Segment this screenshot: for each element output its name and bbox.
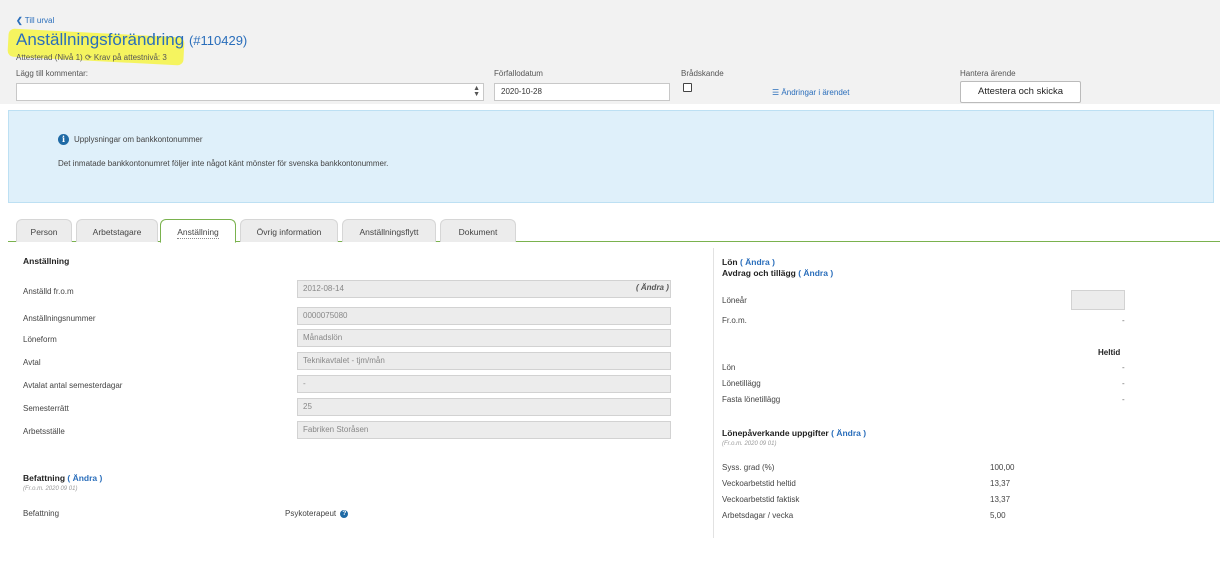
due-date-input[interactable]: 2020-10-28 xyxy=(494,83,670,101)
page-title-text: Anställningsförändring xyxy=(16,30,185,49)
attest-and-send-button[interactable]: Attestera och skicka xyxy=(960,81,1081,103)
info-title: Upplysningar om bankkontonummer xyxy=(74,135,203,144)
column-divider xyxy=(713,248,714,538)
position-section-title: Befattning ( Ändra ) xyxy=(23,473,102,483)
employment-section-title: Anställning xyxy=(23,256,70,266)
position-value: Psykoterapeut ? xyxy=(285,509,349,518)
tab-label: Övrig information xyxy=(256,227,322,237)
salary-factors-title: Lönepåverkande uppgifter ( Ändra ) xyxy=(722,428,866,438)
factor-value: 5,00 xyxy=(990,511,1006,520)
tab-label: Anställning xyxy=(177,227,219,239)
comment-label: Lägg till kommentar: xyxy=(16,69,89,78)
employment-value: 0000075080 xyxy=(297,307,671,325)
status-text: Attesterad (Nivå 1) xyxy=(16,53,83,62)
back-link[interactable]: ❮ Till urval xyxy=(16,16,54,25)
tab-arbetstagare[interactable]: Arbetstagare xyxy=(76,219,158,242)
chevron-left-icon: ❮ xyxy=(16,16,23,25)
salary-year-label: Löneår xyxy=(722,296,747,305)
factor-label: Arbetsdagar / vecka xyxy=(722,511,794,520)
employment-label: Semesterrätt xyxy=(23,404,69,413)
factor-value: 100,00 xyxy=(990,463,1015,472)
case-number: (#110429) xyxy=(188,33,248,48)
tab-label: Anställningsflytt xyxy=(359,227,419,237)
employment-value: 25 xyxy=(297,398,671,416)
employment-label: Avtalat antal semesterdagar xyxy=(23,381,123,390)
factor-label: Veckoarbetstid faktisk xyxy=(722,495,800,504)
position-label: Befattning xyxy=(23,509,60,518)
employment-label: Anställd fr.o.m xyxy=(23,287,74,296)
factor-value: 13,37 xyxy=(990,479,1011,488)
tab-dokument[interactable]: Dokument xyxy=(440,219,516,242)
position-title-text: Befattning xyxy=(23,473,66,483)
salary-row-label: Fasta lönetillägg xyxy=(722,395,781,404)
info-alert xyxy=(8,110,1214,203)
due-date-value: 2020-10-28 xyxy=(501,87,542,96)
factor-value: 13,37 xyxy=(990,495,1011,504)
help-icon[interactable]: ? xyxy=(340,509,349,518)
employment-label: Löneform xyxy=(23,335,57,344)
salary-year-input[interactable] xyxy=(1071,290,1125,310)
urgent-checkbox[interactable] xyxy=(683,83,692,92)
salary-row-value: - xyxy=(1122,395,1125,404)
salary-from-value: - xyxy=(1122,316,1125,325)
tab-label: Arbetstagare xyxy=(92,227,142,237)
tab-label: Person xyxy=(30,227,58,237)
salary-row-value: - xyxy=(1122,363,1125,372)
salary-title-text: Lön xyxy=(722,257,738,267)
list-icon: ☰ xyxy=(772,88,780,97)
deductions-title: Avdrag och tillägg ( Ändra ) xyxy=(722,268,833,278)
employment-value: Månadslön xyxy=(297,329,671,347)
employment-value: Fabriken Storåsen xyxy=(297,421,671,439)
attest-status: Attesterad (Nivå 1) ⟳ Krav på attestnivå… xyxy=(16,53,167,62)
salary-section-title: Lön ( Ändra ) xyxy=(722,257,775,267)
tab-person[interactable]: Person xyxy=(16,219,72,242)
tab-anstallningsflytt[interactable]: Anställningsflytt xyxy=(342,219,436,242)
salary-factors-from-date: (Fr.o.m. 2020 09 01) xyxy=(722,441,777,447)
deductions-title-text: Avdrag och tillägg xyxy=(722,268,796,278)
updown-icon: ▲ ▼ xyxy=(473,85,480,98)
comment-select[interactable]: ▲ ▼ xyxy=(16,83,484,101)
salary-factors-title-text: Lönepåverkande uppgifter xyxy=(722,428,829,438)
salary-row-value: - xyxy=(1122,379,1125,388)
position-change-link[interactable]: ( Ändra ) xyxy=(67,473,102,483)
refresh-icon: ⟳ xyxy=(84,53,92,62)
employment-value: Teknikavtalet - tjm/mån xyxy=(297,352,671,370)
changes-link[interactable]: ☰ Ändringar i ärendet xyxy=(772,88,849,97)
position-from-date: (Fr.o.m. 2020 09 01) xyxy=(23,486,78,492)
employment-value: 2012-08-14 xyxy=(297,280,671,298)
salary-row-label: Lön xyxy=(722,363,736,372)
tab-anstallning[interactable]: Anställning xyxy=(160,219,236,243)
tab-label: Dokument xyxy=(458,227,498,237)
page-title: Anställningsförändring (#110429) xyxy=(16,30,247,50)
info-message: Det inmatade bankkontonumret följer inte… xyxy=(58,159,389,168)
changes-link-label: Ändringar i ärendet xyxy=(781,88,850,97)
employment-label: Anställningsnummer xyxy=(23,314,96,323)
urgent-label: Brådskande xyxy=(681,69,724,78)
salary-from-label: Fr.o.m. xyxy=(722,316,747,325)
deductions-change-link[interactable]: ( Ändra ) xyxy=(798,268,833,278)
employment-change-link[interactable]: ( Ändra ) xyxy=(636,283,669,292)
factor-label: Veckoarbetstid heltid xyxy=(722,479,796,488)
requirement-text: Krav på attestnivå: 3 xyxy=(93,53,167,62)
salary-change-link[interactable]: ( Ändra ) xyxy=(740,257,775,267)
employment-label: Arbetsställe xyxy=(23,427,65,436)
due-date-label: Förfallodatum xyxy=(494,69,543,78)
position-value-text: Psykoterapeut xyxy=(285,509,337,518)
salary-row-label: Lönetillägg xyxy=(722,379,761,388)
info-icon: i xyxy=(58,134,69,145)
employment-value: - xyxy=(297,375,671,393)
tab-ovrig-information[interactable]: Övrig information xyxy=(240,219,338,242)
manage-label: Hantera ärende xyxy=(960,69,1016,78)
employment-label: Avtal xyxy=(23,358,41,367)
salary-factors-change-link[interactable]: ( Ändra ) xyxy=(831,428,866,438)
factor-label: Syss. grad (%) xyxy=(722,463,775,472)
column-header-heltid: Heltid xyxy=(1098,348,1121,357)
back-link-label: Till urval xyxy=(24,16,55,25)
